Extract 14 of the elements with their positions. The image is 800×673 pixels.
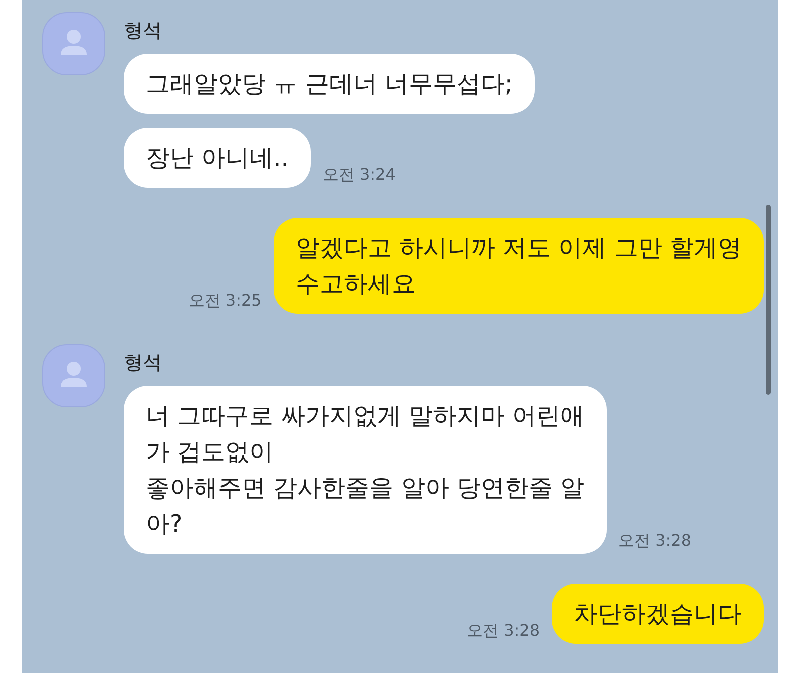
sender-name: 형석: [124, 19, 162, 44]
message-bubble: 차단하겠습니다: [552, 584, 764, 644]
sender-name: 형석: [124, 351, 162, 376]
message-time: 오전 3:28: [466, 621, 540, 642]
message-time: 오전 3:25: [188, 291, 262, 312]
message-bubble: 그래알았당 ㅠ 근데너 너무무섭다;: [124, 54, 535, 114]
message-bubble: 장난 아니네..: [124, 128, 311, 188]
message-bubble: 너 그따구로 싸가지없게 말하지마 어린애 가 겁도없이 좋아해주면 감사한줄을 알아 당연한줄 알 아?: [124, 386, 607, 554]
avatar-icon[interactable]: [42, 12, 106, 76]
message-bubble: 알겠다고 하시니까 저도 이제 그만 할게영 수고하세요: [274, 218, 764, 314]
message-time: 오전 3:28: [618, 531, 692, 552]
scrollbar[interactable]: [766, 205, 771, 395]
avatar-icon[interactable]: [42, 344, 106, 408]
message-time: 오전 3:24: [322, 165, 396, 186]
